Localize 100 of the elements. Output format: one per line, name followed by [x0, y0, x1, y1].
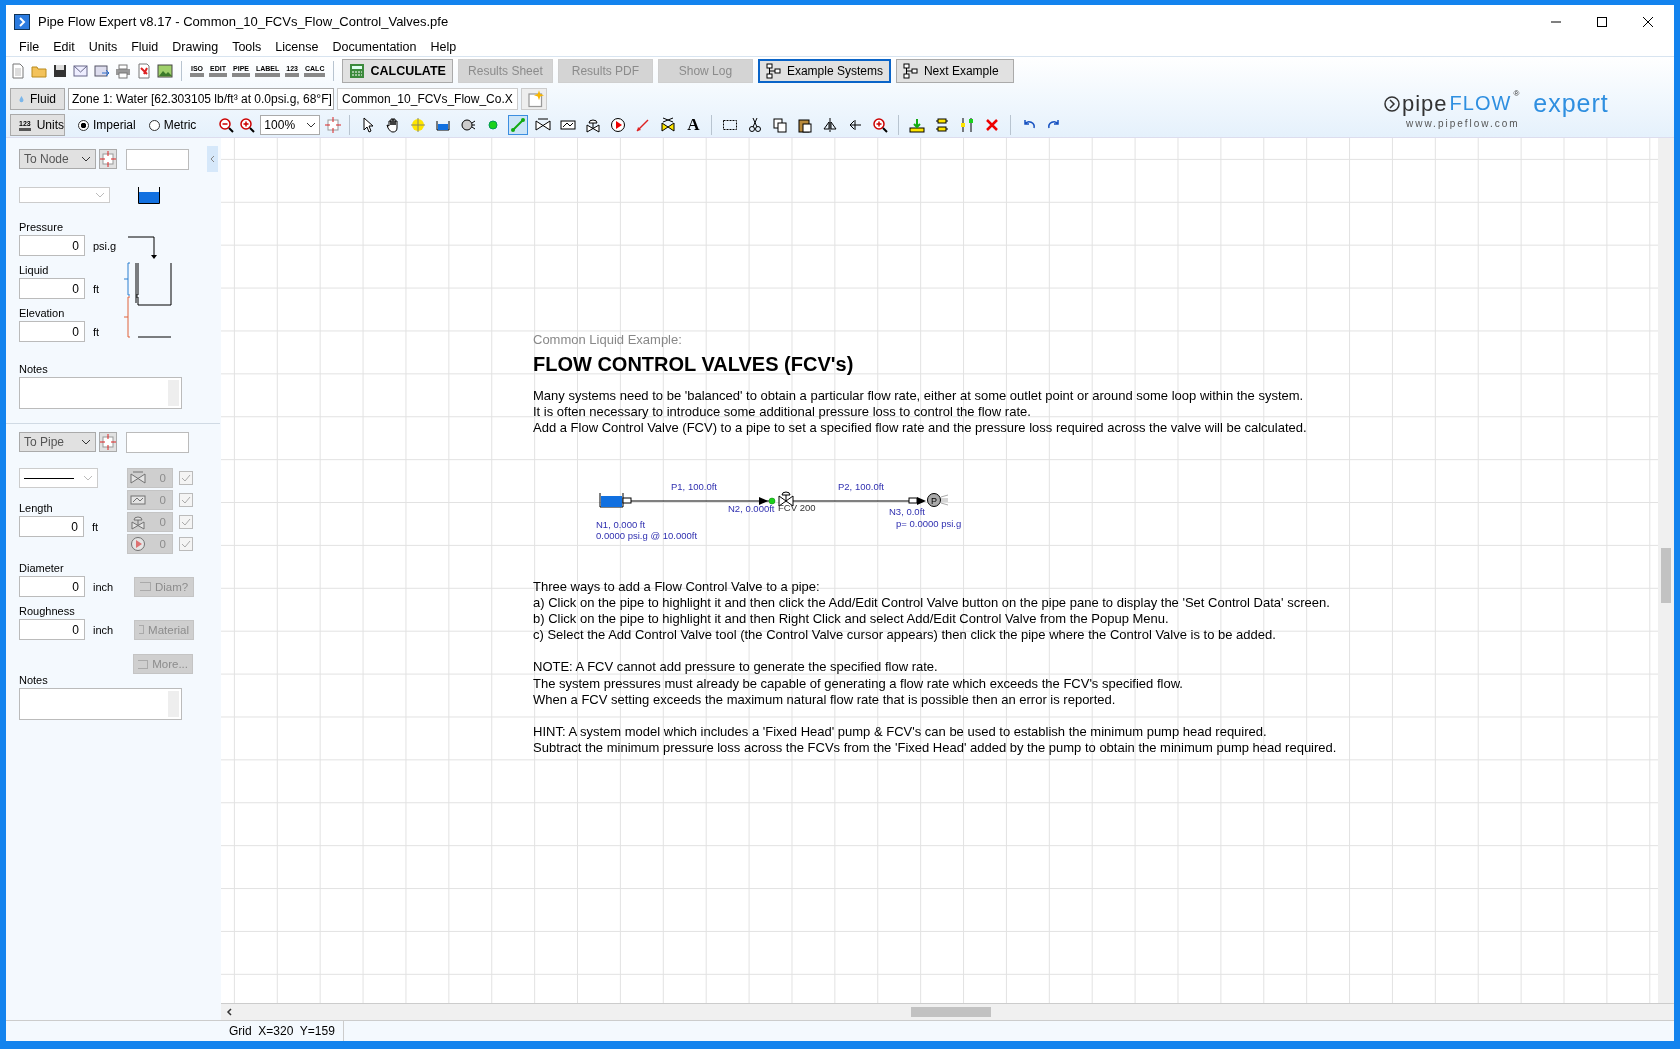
component-icon[interactable]: [560, 117, 577, 133]
field-label: Pressure: [19, 221, 65, 233]
checkmark-icon: [181, 517, 191, 527]
caret-icon[interactable]: [306, 122, 317, 128]
zoom-in-icon[interactable]: [239, 117, 256, 133]
cut-icon[interactable]: [747, 117, 764, 133]
network-icon[interactable]: [765, 63, 782, 79]
email-icon[interactable]: [73, 63, 89, 79]
window-title: Pipe Flow Expert v8.17 - Common_10_FCVs_Flow_Control_Valves.pfe: [38, 14, 449, 29]
menu-item[interactable]: Fluid: [124, 40, 166, 54]
unit-label: psi.g: [93, 239, 117, 252]
checkmark-icon: [181, 473, 191, 483]
target-icon[interactable]: [100, 151, 116, 167]
valve-icon[interactable]: [535, 117, 552, 133]
field-label: Elevation: [19, 307, 66, 319]
end-pressure-label: P: [931, 495, 937, 506]
new-file-icon[interactable]: [10, 63, 26, 79]
close-icon[interactable]: [1642, 15, 1654, 28]
new-tab-icon[interactable]: [520, 88, 547, 110]
spray-icon: [940, 494, 949, 505]
menu-item[interactable]: Tools: [225, 40, 269, 54]
open-folder-icon[interactable]: [31, 63, 47, 79]
rotate-icon[interactable]: [847, 117, 864, 133]
file-tab[interactable]: Common_10_FCVs_Flow_Co.X: [337, 88, 518, 110]
align-icon[interactable]: [934, 117, 951, 133]
calculator-icon[interactable]: [349, 63, 366, 79]
menu-item[interactable]: Help: [423, 40, 464, 54]
toolbar-button[interactable]: Example Systems: [757, 59, 891, 83]
fluid-zone-dropdown[interactable]: Zone 1: Water [62.303105 lb/ft³ at 0.0psi.g, 68°F]: [68, 88, 334, 110]
horizontal-scrollbar[interactable]: [221, 1003, 1674, 1020]
roughness-field[interactable]: 0: [19, 619, 85, 640]
flow-arrow: [917, 496, 926, 505]
print-icon[interactable]: [115, 63, 131, 79]
copy-icon[interactable]: [772, 117, 789, 133]
tank-node: [599, 492, 624, 508]
length-field[interactable]: 0: [19, 516, 84, 537]
target-icon[interactable]: [325, 117, 342, 133]
network-icon[interactable]: [902, 63, 919, 79]
arrow-icon[interactable]: [909, 117, 926, 133]
notes-field[interactable]: [19, 688, 182, 720]
toolbar-button[interactable]: Next Example: [895, 59, 1014, 83]
distribute-icon[interactable]: [959, 117, 976, 133]
pipe-label: P1, 100.0ft: [671, 480, 717, 492]
menu-item[interactable]: Drawing: [165, 40, 226, 54]
pipe-name-field[interactable]: [126, 431, 189, 453]
line-icon[interactable]: [635, 117, 652, 133]
checkbox[interactable]: [179, 493, 193, 507]
notes-field[interactable]: [19, 377, 182, 409]
pump-icon[interactable]: [610, 117, 627, 133]
paste-icon[interactable]: [797, 117, 814, 133]
checkbox[interactable]: [179, 515, 193, 529]
checkbox[interactable]: [179, 537, 193, 551]
unit-radio[interactable]: Imperial: [78, 118, 136, 132]
target-icon[interactable]: [100, 434, 116, 450]
maximize-icon[interactable]: [1596, 15, 1608, 28]
diameter-field[interactable]: 0: [19, 576, 85, 597]
menu-item[interactable]: Edit: [46, 40, 82, 54]
text-tool-icon[interactable]: A: [683, 115, 704, 135]
menu-item[interactable]: File: [12, 40, 47, 54]
text-line: When a FCV setting exceeds the maximum natural flow rate that is possible then an error is reported.: [533, 691, 1116, 709]
pipe-selector[interactable]: To Pipe: [19, 432, 96, 452]
image-icon[interactable]: [157, 63, 173, 79]
node-type-dropdown[interactable]: [19, 187, 110, 203]
zoom-out-icon[interactable]: [218, 117, 235, 133]
pipe-connector: [908, 497, 918, 504]
filter-icon[interactable]: [460, 117, 477, 133]
menu-item[interactable]: Units: [81, 40, 125, 54]
pdf-icon[interactable]: [136, 63, 152, 79]
pipe-label: P2, 100.0ft: [838, 480, 884, 492]
text-line: b) Click on the pipe to highlight it and then Right Click and select Add/Edit Control Valve from the Popup Menu.: [533, 611, 1169, 628]
menu-item[interactable]: Documentation: [325, 40, 424, 54]
scroll-left-icon[interactable]: [225, 1007, 235, 1017]
elevation-field[interactable]: 0: [19, 321, 85, 342]
menu-item[interactable]: License: [268, 40, 326, 54]
zoom-dropdown[interactable]: 100%: [260, 115, 321, 135]
zoom-fit-icon[interactable]: [872, 117, 889, 133]
fluid-button[interactable]: Fluid: [10, 88, 65, 110]
valve-label: FCV 200: [778, 501, 816, 513]
liquid-level-field[interactable]: 0: [19, 278, 85, 299]
delete-icon[interactable]: [984, 117, 1001, 133]
vertical-scrollbar[interactable]: [1658, 138, 1674, 1003]
node-selector[interactable]: To Node: [19, 149, 96, 169]
pipe-icon[interactable]: [510, 117, 527, 133]
control-valve-icon[interactable]: [585, 117, 602, 133]
toolbar-button[interactable]: CALCULATE: [342, 59, 453, 83]
checkbox[interactable]: [179, 471, 193, 485]
caret-icon[interactable]: [81, 156, 91, 162]
pressure-field[interactable]: 0: [19, 235, 85, 256]
line-style-dropdown[interactable]: [19, 468, 98, 488]
export-icon[interactable]: [94, 63, 110, 79]
select-area-icon[interactable]: [722, 117, 739, 133]
status-text: Grid X=320 Y=159: [221, 1021, 344, 1041]
node-name-field[interactable]: [126, 148, 189, 170]
text-line: Many systems need to be 'balanced' to obtain a particular flow rate, either at some outlet point or around some loop within the system.: [533, 388, 1304, 405]
unit-radio[interactable]: Metric: [148, 118, 197, 132]
flip-icon[interactable]: [822, 117, 839, 133]
fcv-icon[interactable]: [660, 117, 677, 133]
checkmark-icon: [181, 495, 191, 505]
save-icon[interactable]: [52, 63, 68, 79]
caret-icon[interactable]: [81, 439, 91, 445]
